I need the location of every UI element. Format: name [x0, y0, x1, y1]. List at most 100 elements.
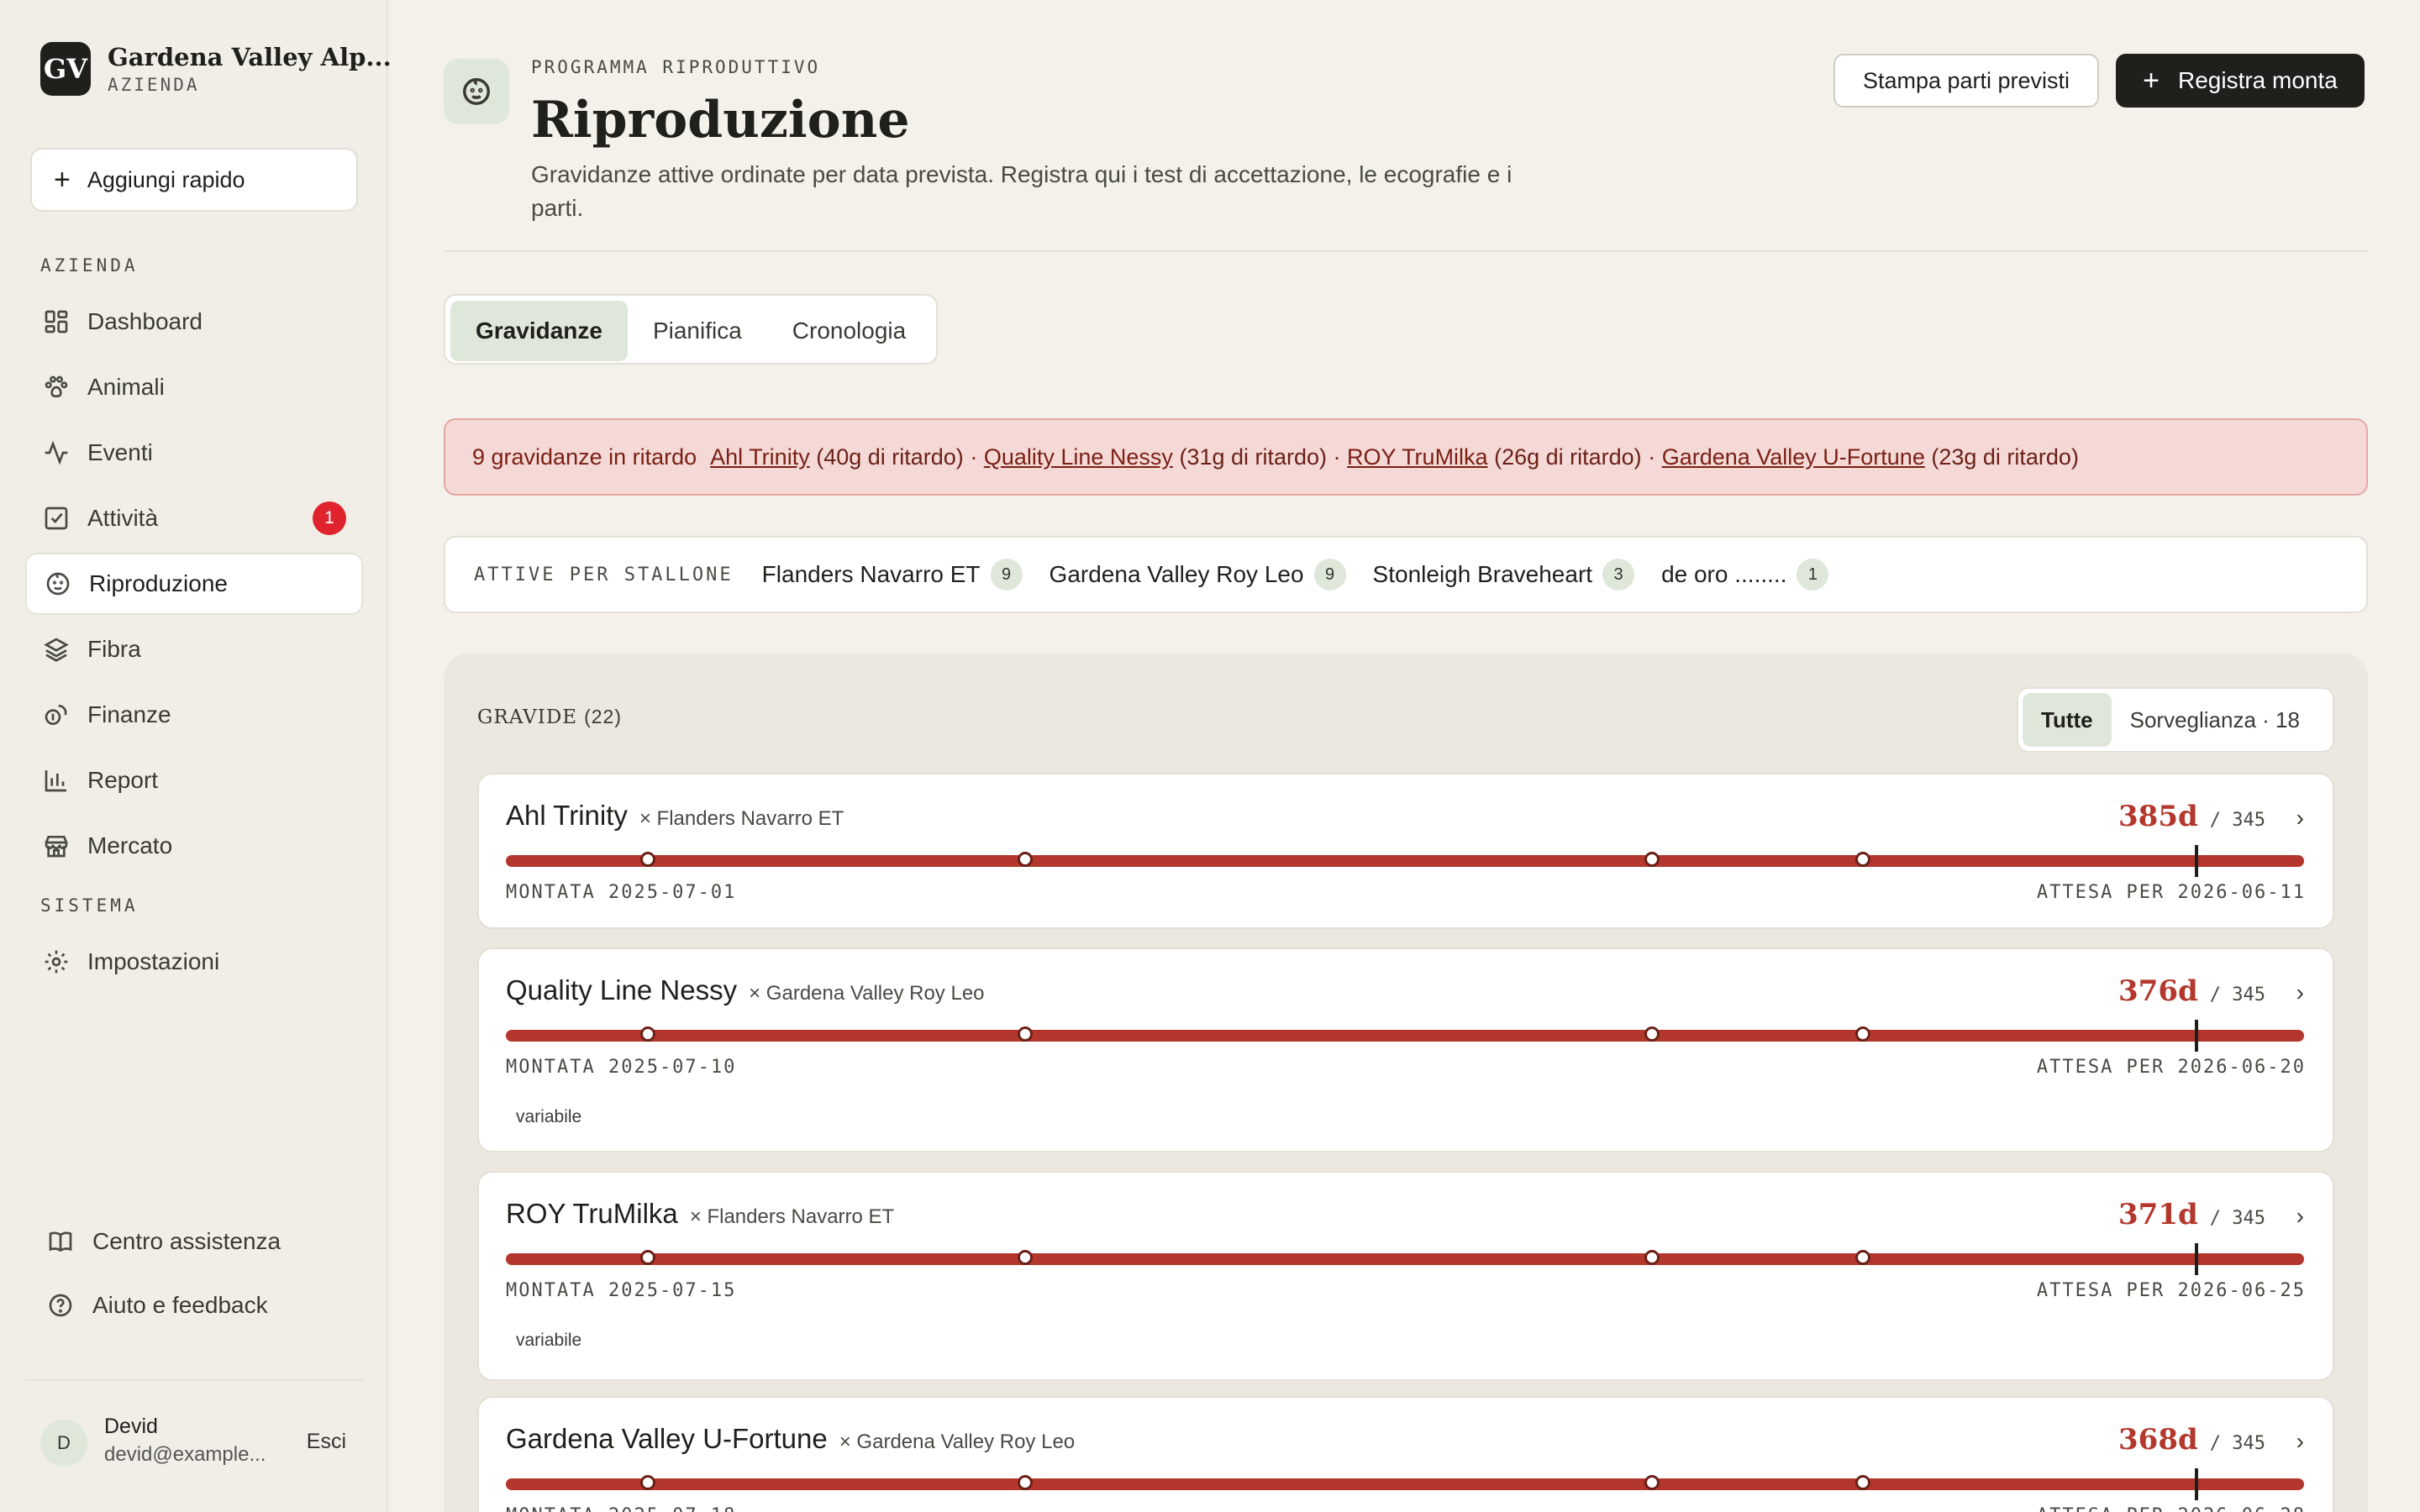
mare-name: ROY TruMilka	[506, 1198, 678, 1229]
sidebar-item-mercato[interactable]: Mercato	[25, 815, 363, 877]
stallion-count: 1	[1797, 559, 1829, 591]
plus-icon: +	[54, 163, 71, 196]
logout-button[interactable]: Esci	[307, 1430, 346, 1454]
overdue-link[interactable]: Gardena Valley U-Fortune	[1662, 444, 1925, 470]
book-icon	[49, 1231, 72, 1252]
pregnancy-card[interactable]: Quality Line Nessy × Gardena Valley Roy L…	[477, 948, 2334, 1152]
milestone-marker	[1018, 1026, 1034, 1042]
due-date-marker	[2194, 1243, 2198, 1275]
sidebar-item-label: Attività	[87, 505, 159, 531]
brand-logo: GV	[40, 42, 91, 96]
stallion-chip[interactable]: Flanders Navarro ET 9	[762, 559, 1023, 591]
quick-add-label: Aggiungi rapido	[87, 166, 245, 192]
baby-face-icon	[444, 59, 509, 124]
sidebar-item-fibra[interactable]: Fibra	[25, 618, 363, 680]
main-content: PROGRAMMA RIPRODUTTIVO Riproduzione Grav…	[388, 0, 2420, 1512]
stallion-chip[interactable]: Stonleigh Braveheart 3	[1373, 559, 1635, 591]
overdue-delay: (31g di ritardo)	[1179, 444, 1328, 470]
days-elapsed: 368d	[2118, 1423, 2198, 1457]
overdue-delay: (40g di ritardo)	[816, 444, 964, 470]
brand[interactable]: GV Gardena Valley Alp... AZIENDA	[40, 42, 392, 96]
sidebar-item-label: Finanze	[87, 701, 171, 727]
overdue-link[interactable]: Quality Line Nessy	[984, 444, 1173, 470]
checkbox-icon	[42, 504, 71, 533]
brand-name: Gardena Valley Alp...	[108, 43, 392, 71]
sidebar-item-label: Impostazioni	[87, 948, 220, 974]
days-total: / 345	[2209, 1433, 2265, 1454]
gestation-progress-fill	[506, 1478, 2304, 1490]
gestation-progress-fill	[506, 1030, 2304, 1042]
chevron-right-icon[interactable]: ›	[2296, 805, 2304, 832]
pregnancy-card[interactable]: ROY TruMilka × Flanders Navarro ET 371d / …	[477, 1171, 2334, 1381]
sidebar-item-riproduzione[interactable]: Riproduzione	[25, 553, 363, 615]
help-center-link[interactable]: Centro assistenza	[47, 1228, 281, 1255]
stallion-name: Gardena Valley Roy Leo	[1049, 561, 1304, 587]
sidebar-item-label: Animali	[87, 374, 165, 400]
gestation-days: 385d / 345	[2118, 800, 2265, 833]
due-date-marker	[2194, 1468, 2198, 1500]
pregnancy-card[interactable]: Ahl Trinity × Flanders Navarro ET 385d / 3…	[477, 773, 2334, 929]
pregnancy-filter: Tutte Sorveglianza · 18	[2017, 687, 2334, 753]
sidebar-item-label: Riproduzione	[89, 570, 228, 596]
chevron-right-icon[interactable]: ›	[2296, 1203, 2304, 1230]
sidebar-item-impostazioni[interactable]: Impostazioni	[25, 931, 363, 993]
tab-cronologia[interactable]: Cronologia	[767, 301, 931, 361]
register-mating-button[interactable]: + Registra monta	[2116, 54, 2365, 108]
mare-name: Gardena Valley U-Fortune	[506, 1423, 828, 1454]
due-date: ATTESA PER 2026-06-25	[2036, 1280, 2306, 1301]
days-total: / 345	[2209, 984, 2265, 1005]
sidebar-item-dashboard[interactable]: Dashboard	[25, 291, 363, 353]
sidebar-item-finanze[interactable]: Finanze	[25, 684, 363, 746]
gestation-progress	[506, 1020, 2304, 1052]
milestone-marker	[1018, 1475, 1034, 1490]
page-title: Riproduzione	[531, 91, 910, 150]
sidebar-item-animali[interactable]: Animali	[25, 356, 363, 418]
sidebar-item-attivita[interactable]: Attività 1	[25, 487, 363, 549]
print-due-births-button[interactable]: Stampa parti previsti	[1833, 54, 2099, 108]
quick-add-button[interactable]: + Aggiungi rapido	[30, 148, 358, 212]
sire-name: × Gardena Valley Roy Leo	[749, 982, 985, 1005]
chevron-right-icon[interactable]: ›	[2296, 1428, 2304, 1455]
days-elapsed: 376d	[2118, 974, 2198, 1008]
sidebar-item-eventi[interactable]: Eventi	[25, 422, 363, 484]
sidebar-item-label: Dashboard	[87, 308, 203, 334]
user-email: devid@example...	[104, 1443, 266, 1466]
due-date-marker	[2194, 1020, 2198, 1052]
page-description: Gravidanze attive ordinate per data prev…	[531, 161, 1512, 221]
stallion-count: 9	[1313, 559, 1346, 591]
stallion-chip[interactable]: de oro ........ 1	[1661, 559, 1829, 591]
days-total: / 345	[2209, 810, 2265, 831]
help-feedback-label: Aiuto e feedback	[92, 1292, 268, 1318]
stallion-summary: ATTIVE PER STALLONE Flanders Navarro ET …	[444, 536, 2368, 613]
chevron-right-icon[interactable]: ›	[2296, 979, 2304, 1006]
tab-gravidanze[interactable]: Gravidanze	[450, 301, 628, 361]
due-date: ATTESA PER 2026-06-20	[2036, 1057, 2306, 1078]
gestation-progress-fill	[506, 1253, 2304, 1265]
activity-icon	[42, 438, 71, 467]
avatar[interactable]: D	[40, 1420, 87, 1467]
due-date: ATTESA PER 2026-06-11	[2036, 882, 2306, 903]
tab-pianifica[interactable]: Pianifica	[628, 301, 767, 361]
register-button-label: Registra monta	[2177, 67, 2338, 93]
sire-name: × Flanders Navarro ET	[639, 807, 844, 830]
plus-icon: +	[2143, 64, 2160, 97]
layers-icon	[42, 635, 71, 664]
stallion-count: 9	[990, 559, 1023, 591]
sidebar-item-label: Report	[87, 767, 159, 793]
header-divider	[444, 250, 2368, 252]
milestone-marker	[1018, 1250, 1034, 1265]
sidebar-item-label: Fibra	[87, 636, 141, 662]
gear-icon	[42, 948, 71, 976]
help-feedback-link[interactable]: Aiuto e feedback	[47, 1292, 268, 1319]
overdue-alert-title: 9 gravidanze in ritardo	[472, 444, 697, 470]
overdue-link[interactable]: ROY TruMilka	[1347, 444, 1488, 470]
user-name: Devid	[104, 1415, 158, 1438]
sidebar-item-report[interactable]: Report	[25, 749, 363, 811]
filter-all[interactable]: Tutte	[2023, 693, 2112, 747]
stallion-chip[interactable]: Gardena Valley Roy Leo 9	[1050, 559, 1346, 591]
overdue-link[interactable]: Ahl Trinity	[710, 444, 810, 470]
days-elapsed: 371d	[2118, 1198, 2198, 1231]
pregnancy-card[interactable]: Gardena Valley U-Fortune × Gardena Valley…	[477, 1396, 2334, 1512]
filter-watch[interactable]: Sorveglianza · 18	[2112, 693, 2318, 747]
store-icon	[42, 832, 71, 860]
